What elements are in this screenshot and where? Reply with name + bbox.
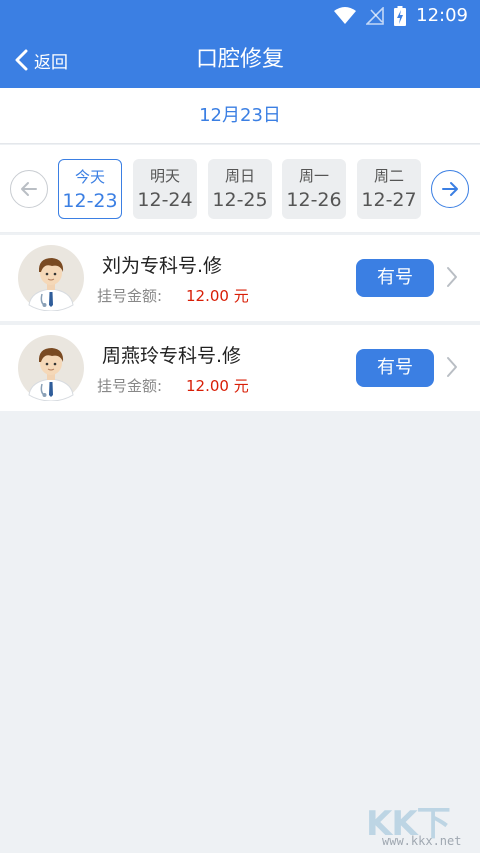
doctor-avatar-icon (18, 245, 84, 311)
fee-label: 挂号金额: (97, 287, 163, 305)
day-chip-sunday[interactable]: 周日 12-25 (208, 159, 272, 219)
day-date: 12-27 (361, 189, 417, 211)
arrow-left-circle-icon (21, 182, 37, 196)
chevron-right-icon (447, 357, 457, 377)
doctor-card[interactable]: 刘为专科号.修 挂号金额: 12.00 元 有号 (0, 235, 480, 321)
prev-days-button[interactable] (10, 170, 48, 208)
doctor-avatar-icon (18, 335, 84, 401)
chevron-right-icon (447, 267, 457, 287)
chevron-left-icon (15, 49, 28, 71)
watermark-url: www.kkx.net (382, 834, 462, 848)
day-date: 12-26 (286, 189, 342, 211)
day-name: 今天 (74, 168, 105, 186)
date-strip: 今天 12-23 明天 12-24 周日 12-25 周一 12-26 周二 1… (0, 145, 480, 233)
day-name: 周日 (224, 167, 255, 185)
day-chip-tuesday[interactable]: 周二 12-27 (357, 159, 421, 219)
doctor-name: 周燕玲专科号.修 (102, 345, 242, 367)
battery-charging-icon (394, 6, 407, 26)
back-label: 返回 (34, 52, 68, 73)
wifi-icon (334, 7, 357, 24)
available-button[interactable]: 有号 (356, 349, 434, 387)
arrow-right-circle-icon (442, 182, 458, 196)
fee-value: 12.00 元 (186, 377, 249, 395)
page-title: 口腔修复 (195, 47, 284, 72)
fee-value: 12.00 元 (186, 287, 249, 305)
day-date: 12-24 (137, 189, 193, 211)
fee-label: 挂号金额: (97, 377, 163, 395)
next-days-button[interactable] (431, 170, 469, 208)
status-bar: 12:09 (0, 0, 480, 32)
selected-date: 12月23日 (0, 88, 480, 144)
day-name: 周二 (373, 167, 404, 185)
day-chip-today[interactable]: 今天 12-23 (58, 159, 122, 219)
day-chip-tomorrow[interactable]: 明天 12-24 (133, 159, 197, 219)
available-button[interactable]: 有号 (356, 259, 434, 297)
app-bar: 返回 口腔修复 (0, 32, 480, 88)
doctor-name: 刘为专科号.修 (102, 255, 223, 277)
day-name: 周一 (298, 167, 329, 185)
status-time: 12:09 (416, 5, 468, 26)
doctor-card[interactable]: 周燕玲专科号.修 挂号金额: 12.00 元 有号 (0, 325, 480, 411)
watermark: KK下载 www.kkx.net (362, 796, 480, 853)
day-date: 12-25 (212, 189, 268, 211)
day-chip-monday[interactable]: 周一 12-26 (282, 159, 346, 219)
day-name: 明天 (149, 167, 180, 185)
no-signal-icon (366, 7, 384, 25)
day-date: 12-23 (62, 190, 118, 212)
status-icons: 12:09 (334, 4, 468, 28)
back-button[interactable]: 返回 (14, 42, 68, 78)
